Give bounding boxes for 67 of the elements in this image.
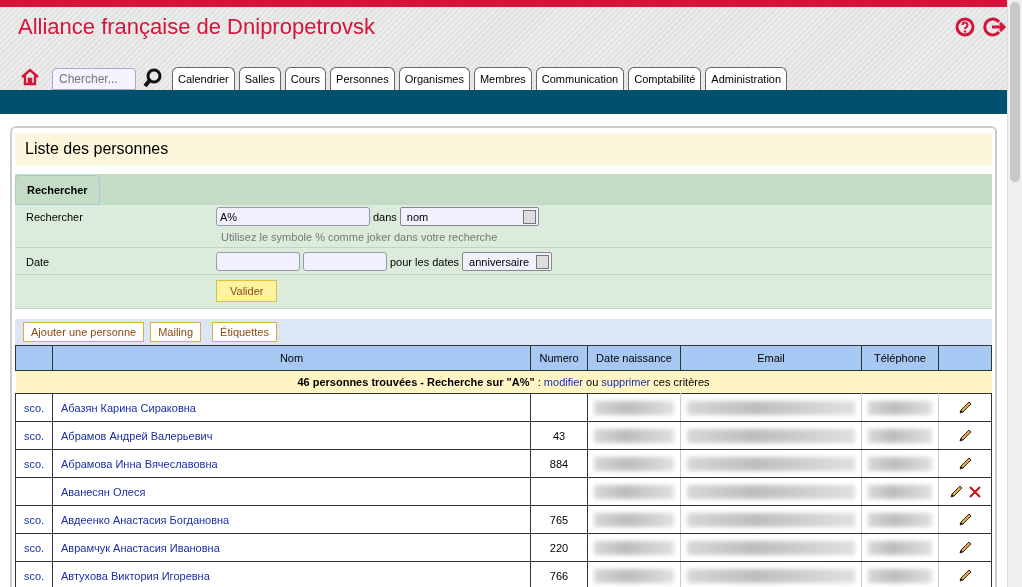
table-cell: 220: [549, 541, 569, 554]
column-header: Email: [680, 345, 862, 371]
table-cell: 884: [549, 457, 569, 470]
validate-button[interactable]: Valider: [216, 280, 278, 302]
field-label: dans: [373, 210, 397, 223]
table-cell: 765: [549, 513, 569, 526]
date-input[interactable]: [216, 252, 300, 271]
person-name-link[interactable]: Абрамов Андрей Валерьевич: [61, 429, 213, 442]
nav-tab[interactable]: Comptabilité: [628, 67, 702, 90]
scrollbar-thumb[interactable]: [1010, 2, 1020, 182]
pencil-icon[interactable]: [957, 539, 973, 556]
pencil-icon[interactable]: [957, 399, 973, 416]
table-cell: 766: [549, 569, 569, 582]
person-name-link[interactable]: Автухова Виктория Игоревна: [61, 569, 210, 582]
blurred-block: [868, 540, 932, 555]
pencil-icon[interactable]: [957, 427, 973, 444]
blurred-block: [868, 568, 932, 583]
nav-tab[interactable]: Calendrier: [172, 67, 235, 90]
blurred-block: [868, 428, 932, 443]
blurred-block: [868, 400, 932, 415]
nav-tab[interactable]: Administration: [705, 67, 788, 90]
action-button[interactable]: Étiquettes: [212, 322, 277, 342]
page-title: Liste des personnes: [15, 133, 992, 165]
person-name-link[interactable]: Аванесян Олеся: [61, 485, 146, 498]
nav-tab[interactable]: Membres: [473, 67, 532, 90]
column-header: Date naissance: [587, 345, 681, 371]
person-name-link[interactable]: Авдеенко Анастасия Богдановна: [61, 513, 230, 526]
nav-tab[interactable]: Communication: [535, 67, 625, 90]
date-input[interactable]: [303, 252, 387, 271]
person-name-link[interactable]: Абазян Карина Сираковна: [61, 401, 196, 414]
column-header: Nom: [52, 345, 531, 371]
field-label: Rechercher: [25, 210, 84, 225]
help-icon[interactable]: [955, 17, 975, 37]
nav-tab[interactable]: Organismes: [398, 67, 470, 90]
search-input[interactable]: A%: [216, 207, 370, 226]
hint-text: Utilisez le symbole % comme joker dans votre recherche: [220, 230, 499, 245]
field-label: pour les dates: [390, 255, 460, 268]
pencil-icon[interactable]: [948, 483, 964, 500]
blurred-block: [868, 484, 932, 499]
nav-tab[interactable]: Cours: [284, 67, 327, 90]
action-button[interactable]: Ajouter une personne: [23, 322, 145, 342]
home-icon[interactable]: [20, 67, 40, 87]
delete-link[interactable]: supprimer: [601, 376, 651, 388]
field-label: Date: [25, 255, 51, 270]
person-name-link[interactable]: Абрамова Инна Вячеславовна: [61, 457, 218, 470]
column-header: Numero: [530, 345, 588, 371]
search-tab[interactable]: Rechercher: [15, 175, 100, 205]
results-summary: 46 personnes trouvées - Recherche sur "A%" : modifier ou supprimer ces critères: [296, 376, 711, 388]
table-cell: 43: [552, 429, 566, 442]
nav-tab[interactable]: Salles: [238, 67, 281, 90]
search-icon[interactable]: [142, 67, 164, 89]
modify-link[interactable]: modifier: [543, 376, 583, 388]
action-button[interactable]: Mailing: [150, 322, 202, 342]
date-type-dropdown[interactable]: anniversaire: [462, 252, 553, 271]
pencil-icon[interactable]: [957, 455, 973, 472]
column-header: Téléphone: [861, 345, 939, 371]
field-dropdown[interactable]: nom: [399, 207, 539, 226]
blurred-block: [868, 512, 932, 527]
search-field[interactable]: Chercher...: [52, 68, 136, 90]
pencil-icon[interactable]: [957, 511, 973, 528]
blurred-block: [868, 456, 932, 471]
logout-icon[interactable]: [983, 17, 1007, 37]
delete-icon[interactable]: [968, 484, 982, 499]
nav-tab[interactable]: Personnes: [330, 67, 395, 90]
person-name-link[interactable]: Аврамчук Анастасия Ивановна: [61, 541, 220, 554]
site-title: Alliance française de Dnipropetrovsk: [18, 14, 376, 40]
pencil-icon[interactable]: [957, 567, 973, 584]
